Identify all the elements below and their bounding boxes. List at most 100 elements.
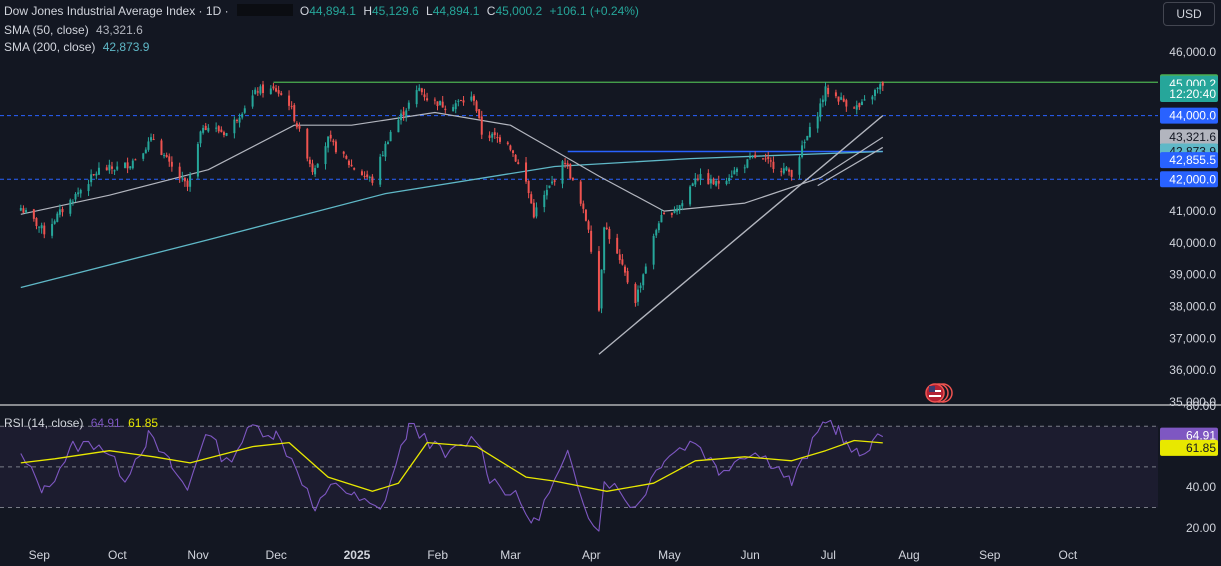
candle (56, 211, 59, 223)
candle (379, 153, 382, 188)
candle-body (644, 266, 647, 274)
candle (418, 84, 421, 92)
candle-body (40, 225, 43, 229)
candle-body (707, 173, 710, 185)
candle-body (498, 137, 501, 142)
price-label-level: 44,000.0 (1169, 109, 1216, 123)
candle (316, 163, 319, 169)
candle (452, 104, 455, 112)
candle (853, 106, 856, 109)
candle-body (543, 194, 546, 208)
candle (262, 80, 265, 98)
candle-body (762, 158, 765, 160)
candle-body (790, 169, 793, 177)
candle-body (58, 209, 61, 215)
x-axis-tick: Nov (187, 548, 208, 562)
candle-body (311, 163, 314, 173)
candle (754, 151, 757, 159)
candle (584, 209, 587, 222)
candle-body (308, 159, 311, 164)
candle-body (134, 159, 137, 161)
candle (655, 228, 658, 239)
candle-body (709, 178, 712, 184)
sma50-legend[interactable]: SMA (50, close) 43,321.6 (4, 23, 147, 37)
candle-body (38, 226, 41, 228)
candle-body (478, 109, 481, 118)
candle-body (433, 99, 436, 101)
candle-body (181, 177, 184, 179)
candle (324, 142, 327, 170)
candle-body (788, 169, 791, 172)
candle-body (616, 237, 619, 254)
candle-body (79, 190, 82, 194)
candle-body (696, 178, 699, 180)
chart-canvas[interactable]: 46,000.045,000.044,000.043,000.042,000.0… (0, 0, 1221, 566)
price-label-countdown: 12:20:40 (1169, 87, 1216, 101)
candle (251, 90, 254, 109)
candle-body (254, 89, 257, 95)
candle (400, 109, 403, 125)
candle (462, 96, 465, 106)
candle-body (243, 108, 246, 113)
price-axis-tick: 38,000.0 (1169, 300, 1216, 314)
candle (178, 162, 181, 183)
candle (256, 87, 259, 96)
candle (491, 132, 494, 143)
candle-body (876, 87, 879, 89)
candle-body (496, 137, 499, 139)
candle-body (163, 155, 166, 157)
candle-body (19, 207, 22, 211)
candle-body (69, 199, 72, 214)
candle-body (116, 166, 119, 170)
candle-body (827, 87, 830, 95)
candle (858, 102, 861, 110)
candle-body (678, 205, 681, 210)
candle (308, 156, 311, 168)
ohlc-low: L44,894.1 (426, 4, 480, 18)
sma50-label: SMA (50, close) (4, 23, 89, 37)
x-axis-tick: Feb (427, 548, 448, 562)
candle (605, 222, 608, 230)
candle-body (454, 103, 457, 110)
candle-body (840, 97, 843, 100)
candle (277, 85, 280, 97)
candle-body (423, 94, 426, 98)
candle (608, 226, 611, 244)
candle (590, 225, 593, 254)
candle (845, 98, 848, 112)
candle-body (280, 93, 283, 96)
candle (69, 198, 72, 217)
candle-body (551, 181, 554, 184)
flag-stripe (929, 395, 941, 397)
candle (51, 218, 54, 239)
price-axis-tick: 46,000.0 (1169, 45, 1216, 59)
rsi-legend[interactable]: RSI (14, close) 64.91 61.85 (4, 416, 162, 430)
candle (38, 226, 41, 233)
candle-body (444, 108, 447, 111)
candle-body (748, 157, 751, 159)
sma200-legend[interactable]: SMA (200, close) 42,873.9 (4, 40, 153, 54)
candle-body (199, 131, 202, 144)
candle (19, 204, 22, 212)
candle (819, 98, 822, 122)
candle (626, 267, 629, 285)
candle (35, 217, 38, 230)
candle-body (204, 125, 207, 131)
candle-body (863, 99, 866, 101)
candle (53, 219, 56, 225)
candle-body (642, 274, 645, 286)
rsi-ma-value: 61.85 (128, 416, 159, 430)
candle-body (785, 167, 788, 171)
candle (345, 154, 348, 160)
candle-body (316, 163, 319, 168)
sma200-value: 42,873.9 (102, 40, 150, 54)
candle-body (457, 100, 460, 102)
candle (762, 158, 765, 160)
candle (569, 163, 572, 180)
candle (696, 174, 699, 182)
candle-body (288, 95, 291, 106)
currency-button[interactable]: USD (1163, 2, 1215, 26)
candle (860, 99, 863, 106)
candle-body (824, 86, 827, 102)
candle (420, 87, 423, 96)
